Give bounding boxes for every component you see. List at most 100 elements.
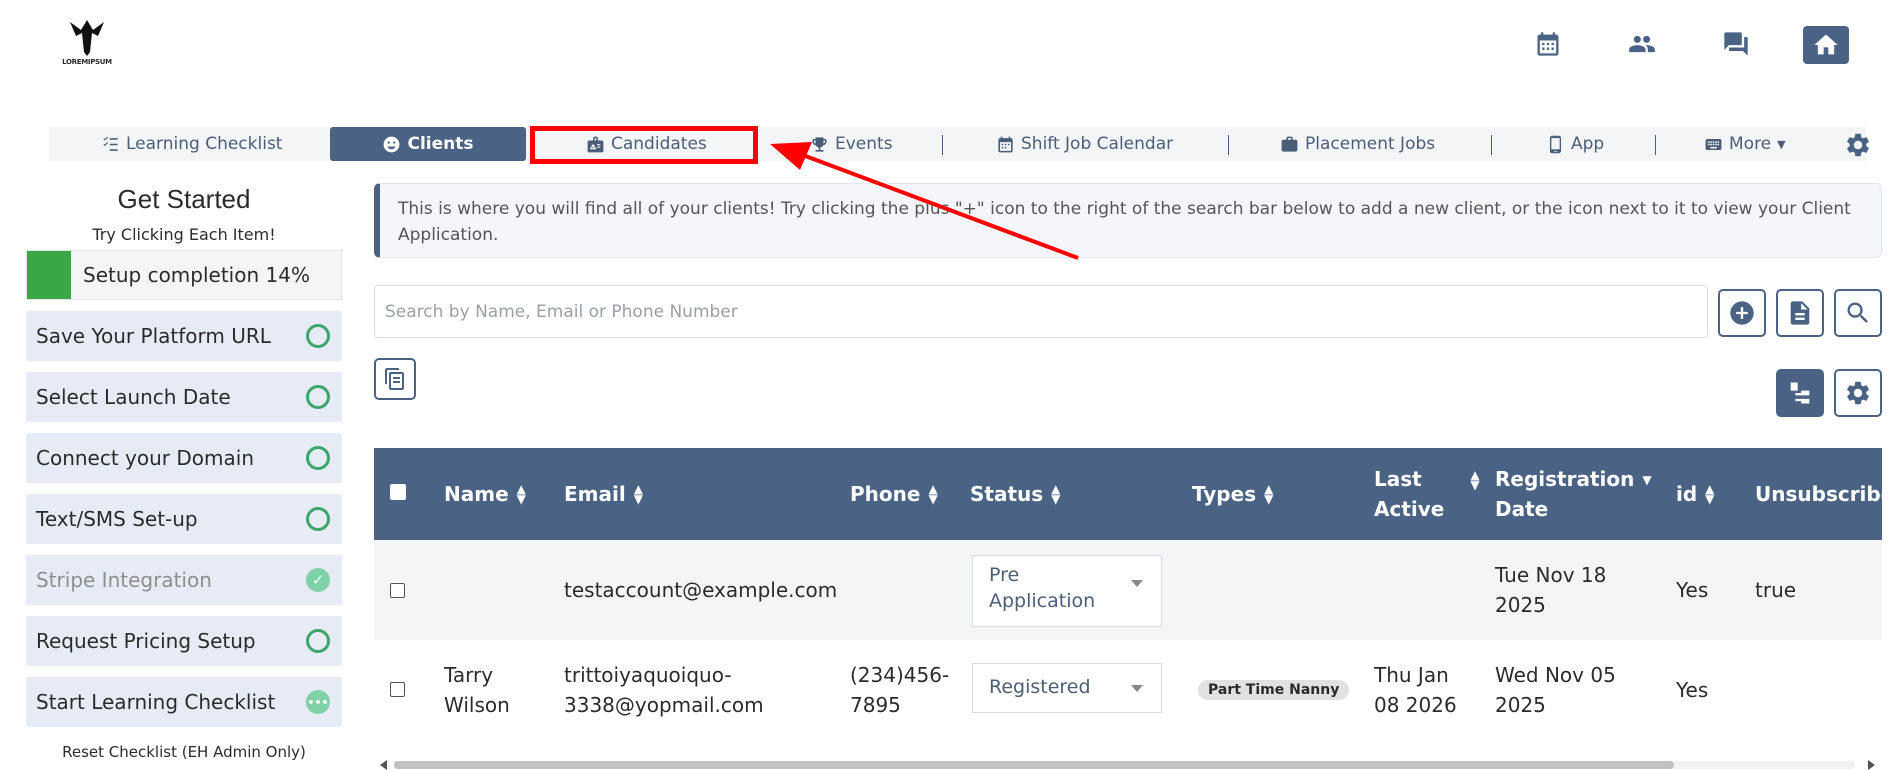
- phone-icon: [1549, 135, 1562, 153]
- progress-fill: [27, 251, 71, 299]
- tab-label: More: [1729, 134, 1772, 154]
- col-status[interactable]: Status ▲ ▼: [970, 479, 1060, 509]
- tab-events[interactable]: Events: [810, 127, 893, 161]
- nav-divider: [1228, 135, 1229, 155]
- email-line-2: 3338@yopmail.com: [564, 693, 764, 717]
- checklist-item-sms-setup[interactable]: Text/SMS Set-up: [26, 494, 342, 544]
- checklist-item-pricing[interactable]: Request Pricing Setup: [26, 616, 342, 666]
- table-row[interactable]: testaccount@example.com Pre Application …: [374, 540, 1882, 640]
- tab-label: Clients: [407, 134, 474, 154]
- cell-phone: (234)456- 7895: [850, 660, 949, 720]
- cell-unsubscribed: true: [1755, 578, 1797, 602]
- copy-icon: [385, 368, 404, 390]
- hierarchy-view-button[interactable]: [1776, 369, 1824, 417]
- horizontal-scrollbar[interactable]: [374, 758, 1882, 770]
- settings-icon[interactable]: [1844, 131, 1872, 159]
- nav-divider: [1655, 135, 1656, 155]
- tab-label: Shift Job Calendar: [1021, 134, 1174, 154]
- checklist-item-label: Connect your Domain: [36, 446, 254, 470]
- hierarchy-icon: [1790, 382, 1810, 404]
- reg-date-line-2: 2025: [1495, 593, 1546, 617]
- cell-name: Tarry Wilson: [444, 660, 510, 720]
- sort-icon: ▲ ▼: [516, 482, 526, 506]
- cell-email: testaccount@example.com: [564, 578, 838, 602]
- document-icon: [1790, 301, 1810, 325]
- status-select[interactable]: Pre Application: [972, 555, 1162, 627]
- table-header: Name ▲ ▼ Email ▲ ▼ Phone ▲ ▼ Status ▲ ▼ Type…: [374, 448, 1882, 540]
- checklist-item-launch-date[interactable]: Select Launch Date: [26, 372, 342, 422]
- checklist-item-label: Start Learning Checklist: [36, 690, 276, 714]
- email-line-1: trittoiyaquoiquo-: [564, 663, 732, 687]
- table-settings-button[interactable]: [1834, 369, 1882, 417]
- cell-last-active: Thu Jan 08 2026: [1374, 660, 1457, 720]
- caret-down-icon: ▼: [1777, 137, 1786, 151]
- caret-down-icon: [1131, 580, 1143, 587]
- logo-mark-icon: [70, 20, 104, 56]
- tab-more-dropdown[interactable]: More ▼: [1704, 127, 1786, 161]
- table-row[interactable]: Tarry Wilson trittoiyaquoiquo- 3338@yopm…: [374, 640, 1882, 740]
- home-button[interactable]: [1803, 26, 1849, 64]
- info-callout: This is where you will find all of your …: [374, 183, 1882, 258]
- col-registration-label-2: Date: [1495, 497, 1549, 521]
- add-client-button[interactable]: [1718, 289, 1766, 337]
- phone-line-2: 7895: [850, 693, 901, 717]
- search-input[interactable]: [374, 285, 1708, 338]
- col-email-label: Email: [564, 482, 626, 506]
- annotation-highlight-box: [530, 126, 758, 164]
- progress-label: Setup completion 14%: [83, 263, 310, 287]
- nav-divider: [942, 135, 943, 155]
- col-types-label: Types: [1192, 482, 1257, 506]
- col-types[interactable]: Types ▲ ▼: [1192, 479, 1273, 509]
- tab-clients[interactable]: Clients: [330, 127, 526, 161]
- col-id[interactable]: id ▲ ▼: [1676, 479, 1714, 509]
- col-last-active[interactable]: Last Active ▲ ▼: [1374, 464, 1480, 524]
- row-checkbox[interactable]: [390, 682, 405, 697]
- trophy-icon: [812, 136, 827, 152]
- cell-email: trittoiyaquoiquo- 3338@yopmail.com: [564, 660, 764, 720]
- tab-label: App: [1571, 134, 1605, 154]
- scroll-left-icon[interactable]: [380, 760, 387, 770]
- copy-table-button[interactable]: [374, 358, 416, 400]
- more-circle-icon: •••: [306, 690, 330, 714]
- setup-progress-bar: Setup completion 14%: [26, 250, 342, 300]
- select-all-checkbox[interactable]: [390, 484, 406, 500]
- col-registration-label-1: Registration: [1495, 467, 1635, 491]
- reg-date-line-1: Wed Nov 05: [1495, 663, 1616, 687]
- tab-app[interactable]: App: [1546, 127, 1604, 161]
- row-checkbox[interactable]: [390, 583, 405, 598]
- client-application-button[interactable]: [1776, 289, 1824, 337]
- gear-icon: [1847, 381, 1869, 405]
- status-value-line-1: Pre: [989, 564, 1020, 586]
- search-button[interactable]: [1834, 289, 1882, 337]
- tab-label: Placement Jobs: [1305, 134, 1436, 154]
- circle-icon: [306, 324, 330, 348]
- col-phone[interactable]: Phone ▲ ▼: [850, 479, 938, 509]
- last-active-line-2: 08 2026: [1374, 693, 1457, 717]
- checklist-subtitle: Try Clicking Each Item!: [92, 225, 276, 244]
- col-email[interactable]: Email ▲ ▼: [564, 479, 643, 509]
- checklist-item-learning[interactable]: Start Learning Checklist •••: [26, 677, 342, 727]
- tab-placement-jobs[interactable]: Placement Jobs: [1280, 127, 1435, 161]
- cell-id: Yes: [1676, 578, 1709, 602]
- col-unsubscribed[interactable]: Unsubscribed: [1755, 479, 1882, 509]
- status-select[interactable]: Registered: [972, 663, 1162, 713]
- chat-icon[interactable]: [1718, 26, 1754, 62]
- face-icon: [384, 136, 400, 152]
- circle-icon: [306, 629, 330, 653]
- checklist-item-connect-domain[interactable]: Connect your Domain: [26, 433, 342, 483]
- col-registration-date[interactable]: Registration Date ▼: [1495, 464, 1652, 524]
- calendar-icon: [998, 136, 1013, 152]
- sort-icon: ▲ ▼: [1470, 468, 1480, 492]
- col-phone-label: Phone: [850, 482, 921, 506]
- scroll-thumb[interactable]: [394, 761, 1674, 769]
- tab-shift-job-calendar[interactable]: Shift Job Calendar: [996, 127, 1173, 161]
- checklist-item-save-url[interactable]: Save Your Platform URL: [26, 311, 342, 361]
- status-value-line-2: Application: [989, 590, 1096, 612]
- reset-checklist-link[interactable]: Reset Checklist (EH Admin Only): [26, 743, 342, 761]
- col-name[interactable]: Name ▲ ▼: [444, 479, 526, 509]
- people-icon[interactable]: [1624, 26, 1660, 62]
- checklist-item-stripe[interactable]: Stripe Integration ✓: [26, 555, 342, 605]
- tab-learning-checklist[interactable]: Learning Checklist: [101, 127, 282, 161]
- calendar-icon[interactable]: [1530, 26, 1566, 62]
- scroll-right-icon[interactable]: [1868, 760, 1875, 770]
